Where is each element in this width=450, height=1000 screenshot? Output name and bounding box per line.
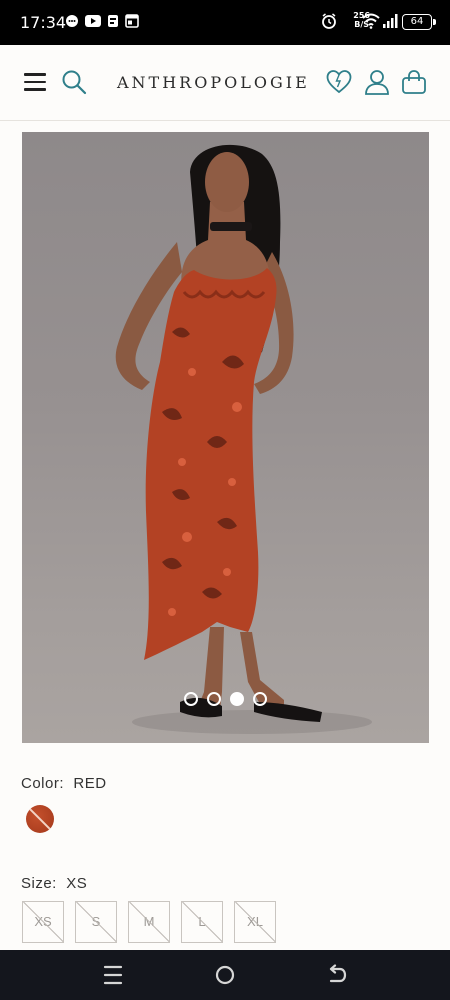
calendar-icon [125, 14, 139, 33]
app-notification-icon [107, 14, 119, 33]
size-label-text: Size: [21, 875, 57, 892]
brand-logo[interactable]: ANTHROPOLOGIE [117, 73, 310, 92]
status-bar: 17:34 256 B/S 64 [0, 0, 450, 45]
status-time: 17:34 [20, 13, 67, 32]
battery-icon: 64 [402, 14, 436, 30]
heart-icon[interactable] [326, 69, 352, 95]
size-option-m[interactable]: M [128, 901, 170, 943]
color-value: RED [73, 775, 107, 792]
size-option-s[interactable]: S [75, 901, 117, 943]
size-value: XS [66, 875, 88, 892]
signal-icon [382, 13, 398, 34]
color-label-text: Color: [21, 775, 65, 792]
carousel-dot[interactable] [253, 692, 267, 706]
size-option-l[interactable]: L [181, 901, 223, 943]
back-icon[interactable] [325, 964, 349, 986]
wifi-icon [362, 13, 380, 34]
carousel-dot[interactable] [207, 692, 221, 706]
search-icon[interactable] [61, 69, 87, 95]
menu-icon[interactable] [24, 73, 46, 91]
size-option-xl[interactable]: XL [234, 901, 276, 943]
account-icon[interactable] [364, 69, 390, 95]
model-photo [115, 144, 372, 734]
color-swatch-red[interactable] [26, 805, 54, 833]
bag-icon[interactable] [401, 69, 427, 95]
size-option-xs[interactable]: XS [22, 901, 64, 943]
carousel-dot-active[interactable] [230, 692, 244, 706]
system-nav-bar [0, 950, 450, 1000]
color-label: Color: RED [21, 775, 107, 792]
chat-bubble-icon [65, 14, 79, 33]
carousel-dot[interactable] [184, 692, 198, 706]
home-icon[interactable] [213, 964, 237, 986]
site-header: ANTHROPOLOGIE [0, 45, 450, 121]
youtube-icon [85, 14, 101, 33]
carousel-dots [22, 692, 429, 711]
size-label: Size: XS [21, 875, 87, 892]
recent-apps-icon[interactable] [101, 964, 125, 986]
alarm-icon [321, 13, 337, 34]
product-image[interactable] [22, 132, 429, 743]
